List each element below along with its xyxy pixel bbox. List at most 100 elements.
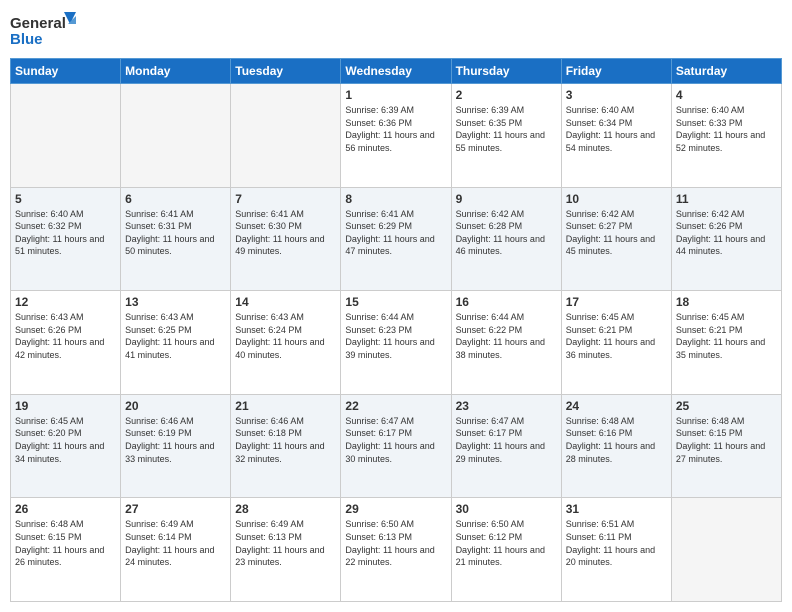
- day-info: Sunrise: 6:43 AMSunset: 6:26 PMDaylight:…: [15, 311, 116, 361]
- day-cell: 21 Sunrise: 6:46 AMSunset: 6:18 PMDayligh…: [231, 394, 341, 498]
- day-cell: 4 Sunrise: 6:40 AMSunset: 6:33 PMDaylight…: [671, 84, 781, 188]
- day-number: 30: [456, 502, 557, 516]
- day-info: Sunrise: 6:41 AMSunset: 6:31 PMDaylight:…: [125, 208, 226, 258]
- day-number: 10: [566, 192, 667, 206]
- day-info: Sunrise: 6:44 AMSunset: 6:23 PMDaylight:…: [345, 311, 446, 361]
- day-cell: 10 Sunrise: 6:42 AMSunset: 6:27 PMDayligh…: [561, 187, 671, 291]
- day-cell: 15Sunrise: 6:44 AMSunset: 6:23 PMDayligh…: [341, 291, 451, 395]
- logo: GeneralBlue: [10, 10, 80, 52]
- day-cell: [231, 84, 341, 188]
- day-number: 31: [566, 502, 667, 516]
- day-number: 22: [345, 399, 446, 413]
- day-info: Sunrise: 6:47 AMSunset: 6:17 PMDaylight:…: [345, 415, 446, 465]
- day-info: Sunrise: 6:45 AMSunset: 6:21 PMDaylight:…: [566, 311, 667, 361]
- day-info: Sunrise: 6:41 AMSunset: 6:29 PMDaylight:…: [345, 208, 446, 258]
- day-cell: 2 Sunrise: 6:39 AMSunset: 6:35 PMDaylight…: [451, 84, 561, 188]
- day-info: Sunrise: 6:46 AMSunset: 6:18 PMDaylight:…: [235, 415, 336, 465]
- day-number: 27: [125, 502, 226, 516]
- day-info: Sunrise: 6:39 AMSunset: 6:36 PMDaylight:…: [345, 104, 446, 154]
- day-cell: 3 Sunrise: 6:40 AMSunset: 6:34 PMDaylight…: [561, 84, 671, 188]
- day-number: 19: [15, 399, 116, 413]
- day-info: Sunrise: 6:51 AMSunset: 6:11 PMDaylight:…: [566, 518, 667, 568]
- day-cell: 7 Sunrise: 6:41 AMSunset: 6:30 PMDaylight…: [231, 187, 341, 291]
- day-number: 5: [15, 192, 116, 206]
- day-cell: 22 Sunrise: 6:47 AMSunset: 6:17 PMDayligh…: [341, 394, 451, 498]
- day-number: 16: [456, 295, 557, 309]
- day-info: Sunrise: 6:45 AMSunset: 6:21 PMDaylight:…: [676, 311, 777, 361]
- day-info: Sunrise: 6:41 AMSunset: 6:30 PMDaylight:…: [235, 208, 336, 258]
- week-row-4: 19 Sunrise: 6:45 AMSunset: 6:20 PMDayligh…: [11, 394, 782, 498]
- day-info: Sunrise: 6:40 AMSunset: 6:32 PMDaylight:…: [15, 208, 116, 258]
- day-headers-row: SundayMondayTuesdayWednesdayThursdayFrid…: [11, 59, 782, 84]
- day-number: 1: [345, 88, 446, 102]
- day-cell: 20 Sunrise: 6:46 AMSunset: 6:19 PMDayligh…: [121, 394, 231, 498]
- day-number: 20: [125, 399, 226, 413]
- svg-text:General: General: [10, 15, 66, 32]
- day-cell: [671, 498, 781, 602]
- day-number: 18: [676, 295, 777, 309]
- day-number: 9: [456, 192, 557, 206]
- day-cell: 25 Sunrise: 6:48 AMSunset: 6:15 PMDayligh…: [671, 394, 781, 498]
- day-cell: 12 Sunrise: 6:43 AMSunset: 6:26 PMDayligh…: [11, 291, 121, 395]
- day-info: Sunrise: 6:40 AMSunset: 6:34 PMDaylight:…: [566, 104, 667, 154]
- day-number: 7: [235, 192, 336, 206]
- col-header-tuesday: Tuesday: [231, 59, 341, 84]
- day-cell: 24 Sunrise: 6:48 AMSunset: 6:16 PMDayligh…: [561, 394, 671, 498]
- day-cell: 8Sunrise: 6:41 AMSunset: 6:29 PMDaylight…: [341, 187, 451, 291]
- day-cell: 5 Sunrise: 6:40 AMSunset: 6:32 PMDaylight…: [11, 187, 121, 291]
- day-cell: [121, 84, 231, 188]
- day-number: 21: [235, 399, 336, 413]
- day-number: 17: [566, 295, 667, 309]
- day-info: Sunrise: 6:48 AMSunset: 6:15 PMDaylight:…: [676, 415, 777, 465]
- col-header-friday: Friday: [561, 59, 671, 84]
- col-header-wednesday: Wednesday: [341, 59, 451, 84]
- day-info: Sunrise: 6:49 AMSunset: 6:14 PMDaylight:…: [125, 518, 226, 568]
- day-cell: [11, 84, 121, 188]
- day-cell: 28 Sunrise: 6:49 AMSunset: 6:13 PMDayligh…: [231, 498, 341, 602]
- day-cell: 9 Sunrise: 6:42 AMSunset: 6:28 PMDaylight…: [451, 187, 561, 291]
- day-info: Sunrise: 6:39 AMSunset: 6:35 PMDaylight:…: [456, 104, 557, 154]
- day-info: Sunrise: 6:50 AMSunset: 6:13 PMDaylight:…: [345, 518, 446, 568]
- day-number: 6: [125, 192, 226, 206]
- col-header-monday: Monday: [121, 59, 231, 84]
- col-header-thursday: Thursday: [451, 59, 561, 84]
- week-row-3: 12 Sunrise: 6:43 AMSunset: 6:26 PMDayligh…: [11, 291, 782, 395]
- week-row-1: 1 Sunrise: 6:39 AMSunset: 6:36 PMDaylight…: [11, 84, 782, 188]
- day-number: 28: [235, 502, 336, 516]
- day-cell: 13Sunrise: 6:43 AMSunset: 6:25 PMDayligh…: [121, 291, 231, 395]
- day-number: 4: [676, 88, 777, 102]
- week-row-2: 5 Sunrise: 6:40 AMSunset: 6:32 PMDaylight…: [11, 187, 782, 291]
- day-number: 13: [125, 295, 226, 309]
- day-cell: 17 Sunrise: 6:45 AMSunset: 6:21 PMDayligh…: [561, 291, 671, 395]
- day-number: 2: [456, 88, 557, 102]
- day-number: 25: [676, 399, 777, 413]
- day-info: Sunrise: 6:42 AMSunset: 6:27 PMDaylight:…: [566, 208, 667, 258]
- day-cell: 11Sunrise: 6:42 AMSunset: 6:26 PMDayligh…: [671, 187, 781, 291]
- week-row-5: 26Sunrise: 6:48 AMSunset: 6:15 PMDayligh…: [11, 498, 782, 602]
- day-cell: 6 Sunrise: 6:41 AMSunset: 6:31 PMDaylight…: [121, 187, 231, 291]
- day-cell: 16Sunrise: 6:44 AMSunset: 6:22 PMDayligh…: [451, 291, 561, 395]
- day-info: Sunrise: 6:40 AMSunset: 6:33 PMDaylight:…: [676, 104, 777, 154]
- day-info: Sunrise: 6:48 AMSunset: 6:16 PMDaylight:…: [566, 415, 667, 465]
- day-cell: 26Sunrise: 6:48 AMSunset: 6:15 PMDayligh…: [11, 498, 121, 602]
- page: GeneralBlue SundayMondayTuesdayWednesday…: [0, 0, 792, 612]
- day-info: Sunrise: 6:43 AMSunset: 6:24 PMDaylight:…: [235, 311, 336, 361]
- header: GeneralBlue: [10, 10, 782, 52]
- col-header-sunday: Sunday: [11, 59, 121, 84]
- day-info: Sunrise: 6:46 AMSunset: 6:19 PMDaylight:…: [125, 415, 226, 465]
- day-number: 3: [566, 88, 667, 102]
- day-number: 23: [456, 399, 557, 413]
- day-number: 14: [235, 295, 336, 309]
- day-number: 29: [345, 502, 446, 516]
- day-info: Sunrise: 6:47 AMSunset: 6:17 PMDaylight:…: [456, 415, 557, 465]
- col-header-saturday: Saturday: [671, 59, 781, 84]
- day-number: 24: [566, 399, 667, 413]
- day-number: 26: [15, 502, 116, 516]
- day-info: Sunrise: 6:42 AMSunset: 6:28 PMDaylight:…: [456, 208, 557, 258]
- day-cell: 31 Sunrise: 6:51 AMSunset: 6:11 PMDayligh…: [561, 498, 671, 602]
- day-cell: 27 Sunrise: 6:49 AMSunset: 6:14 PMDayligh…: [121, 498, 231, 602]
- day-cell: 1 Sunrise: 6:39 AMSunset: 6:36 PMDaylight…: [341, 84, 451, 188]
- day-info: Sunrise: 6:45 AMSunset: 6:20 PMDaylight:…: [15, 415, 116, 465]
- day-number: 12: [15, 295, 116, 309]
- day-info: Sunrise: 6:49 AMSunset: 6:13 PMDaylight:…: [235, 518, 336, 568]
